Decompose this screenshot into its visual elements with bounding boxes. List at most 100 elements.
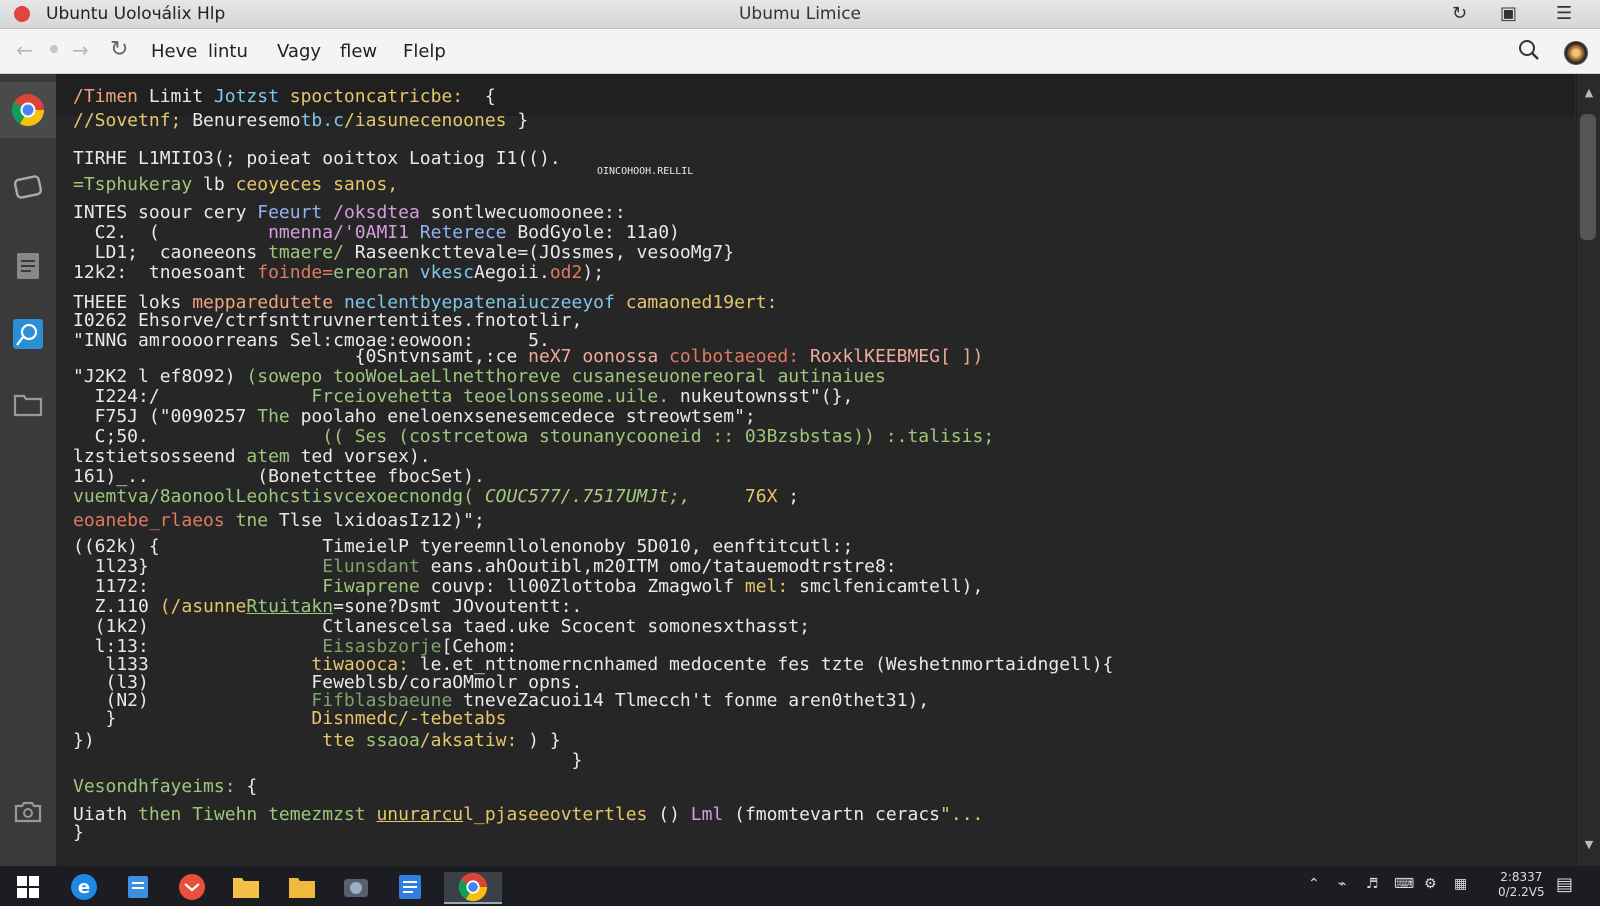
code-token: vuemtva/8aonoolLeohcstisvcexoecnondg( <box>73 486 485 507</box>
clock-date: 0/2.2V5 <box>1498 885 1545 899</box>
code-token: (Weshetnmortaidngell){ <box>874 654 1114 675</box>
code-token: (1k2) <box>73 616 323 637</box>
code-token: ll00Zlottoba <box>506 576 648 597</box>
notes-app-icon[interactable] <box>394 872 426 902</box>
code-token: 76X <box>744 486 789 507</box>
code-token: Feeurt <box>257 202 334 223</box>
svg-text:e: e <box>78 877 90 898</box>
reload-icon[interactable]: ↻ <box>110 37 128 62</box>
code-token: Elunsdant <box>322 556 431 577</box>
terminal-line: eoanebe_rlaeos tne Tlse lxidoasIz12)"; <box>73 510 485 532</box>
menu-item-2[interactable]: lintu <box>208 41 248 62</box>
code-token: Aegoii. <box>473 262 550 283</box>
left-dock <box>0 74 57 866</box>
code-token: vkesc <box>419 262 474 283</box>
code-token: nmenna/'0AMI1 <box>268 222 420 243</box>
terminal-line: LD1; caoneeons tmaere/ Raseenkcttevale=(… <box>73 242 734 264</box>
terminal-line: //Sovetnf; Benuresemotb.c/iasunecenoones… <box>73 110 528 132</box>
code-token: I224:/ <box>73 386 312 407</box>
code-token: streowtsem"; <box>625 406 756 427</box>
wifi-tray-icon[interactable]: ⌁ <box>1338 876 1346 892</box>
code-token: {0Sntvnsamt,:ce <box>73 346 529 367</box>
chrome-icon[interactable] <box>0 82 56 138</box>
forward-icon[interactable]: → <box>72 38 89 62</box>
windows-start-icon[interactable] <box>12 872 44 902</box>
code-token: fonme <box>723 690 789 711</box>
app-close-icon[interactable] <box>14 6 30 22</box>
code-token: =Tsphukeray <box>73 174 204 195</box>
scrollbar[interactable]: ▲ ▼ <box>1576 74 1600 866</box>
scrollbar-thumb[interactable] <box>1580 114 1596 240</box>
language-icon[interactable]: ▦ <box>1454 876 1467 892</box>
chevron-up-icon[interactable]: ⌃ <box>1308 876 1320 892</box>
notifications-icon[interactable]: ▤ <box>1556 874 1573 895</box>
edge-browser-icon[interactable]: e <box>68 872 100 902</box>
window-title: Ubumu Limice <box>738 4 862 24</box>
terminal-line: (1k2) Ctlanescelsa taed.uke Scocent somo… <box>73 616 810 638</box>
document-icon[interactable] <box>0 238 56 294</box>
speaker-icon[interactable]: ♬ <box>1366 876 1379 892</box>
code-token: /iasunecenoones <box>343 110 518 131</box>
scroll-up-icon[interactable]: ▲ <box>1577 86 1600 99</box>
menu-item-1[interactable]: Heve <box>151 41 197 62</box>
chat-icon[interactable] <box>0 160 56 216</box>
camera-icon[interactable] <box>0 784 56 840</box>
back-icon[interactable]: ← <box>16 38 33 62</box>
menu-item-5[interactable]: Flelp <box>403 41 446 62</box>
code-token: (fmomtevartn <box>734 804 875 825</box>
folder-icon[interactable] <box>0 376 56 432</box>
terminal-line: } <box>73 822 84 844</box>
code-token: ((62k) { <box>73 536 323 557</box>
code-token: taed.uke <box>463 616 561 637</box>
terminal-line: vuemtva/8aonoolLeohcstisvcexoecnondg( CO… <box>73 486 799 508</box>
code-token: Tlmecch't <box>614 690 724 711</box>
code-token: fes <box>777 654 821 675</box>
menu-item-4[interactable]: flew <box>340 41 377 62</box>
code-token: neX7 <box>528 346 583 367</box>
code-token: JOvoutentt:. <box>452 596 583 617</box>
code-token: /oksdtea <box>333 202 431 223</box>
avatar[interactable] <box>1564 41 1588 65</box>
menu-item-3[interactable]: Vagy <box>277 41 321 62</box>
terminal-line: {0Sntvnsamt,:ce neX7 oonossa colbotaeoed… <box>73 346 984 368</box>
code-token: (( Ses (costrcetowa stounanycooneid :: 0… <box>322 426 789 447</box>
file-explorer-icon[interactable] <box>122 872 154 902</box>
terminal-line: 1172: Fiwaprene couvp: ll00Zlottoba Zmag… <box>73 576 984 598</box>
code-token: tmaere/ <box>268 242 355 263</box>
code-token: tb.c <box>300 110 344 131</box>
code-token: Raseenkcttevale=(JOssmes, <box>354 242 637 263</box>
code-token: INTES <box>73 202 139 223</box>
search-icon[interactable] <box>1518 39 1540 61</box>
messaging-icon[interactable] <box>0 306 56 362</box>
code-token: sontlwecuomoonee:: <box>430 202 626 223</box>
camera-app-icon[interactable] <box>340 872 372 902</box>
system-clock[interactable]: 2:8337 0/2.2V5 <box>1498 870 1545 900</box>
chrome-taskbar-icon[interactable] <box>444 872 502 904</box>
terminal-pane[interactable]: /Timen Limit Jotzst spoctoncatricbe: {//… <box>57 74 1575 866</box>
folder-taskbar-icon[interactable] <box>230 872 262 902</box>
code-token: eneloenxsenesemcedece <box>387 406 626 427</box>
code-token: ssaoa <box>365 730 420 751</box>
code-token: unurarcu <box>376 804 464 825</box>
code-token: omo/tatauemodtrstre8: <box>669 556 897 577</box>
mail-app-icon[interactable] <box>176 872 208 902</box>
code-token: autinaiues <box>777 366 886 387</box>
code-token: Benuresemo <box>192 110 301 131</box>
scroll-down-icon[interactable]: ▼ <box>1577 838 1600 851</box>
code-token: } <box>73 822 84 843</box>
folder-taskbar-icon-2[interactable] <box>286 872 318 902</box>
code-token: } <box>73 750 583 771</box>
code-token: smclfenicamtell), <box>799 576 984 597</box>
code-token: vesooMg7} <box>636 242 735 263</box>
network-icon[interactable]: ⚙ <box>1424 876 1437 892</box>
hamburger-menu-icon[interactable]: ☰ <box>1556 3 1572 24</box>
code-token: lzstietsosseend <box>73 446 247 467</box>
code-token: Scocent <box>560 616 648 637</box>
code-token: BodGyole: 11a0) <box>517 222 680 243</box>
maximize-icon[interactable]: ▣ <box>1500 3 1517 24</box>
code-token: /aksatiw: <box>419 730 529 751</box>
terminal-line: Uiath then Tiwehn temezmzst unurarcul_pj… <box>73 804 983 826</box>
keyboard-icon[interactable]: ⌨ <box>1394 876 1414 892</box>
code-token: Reterece <box>419 222 518 243</box>
wifi-icon[interactable]: ↻ <box>1452 3 1467 24</box>
